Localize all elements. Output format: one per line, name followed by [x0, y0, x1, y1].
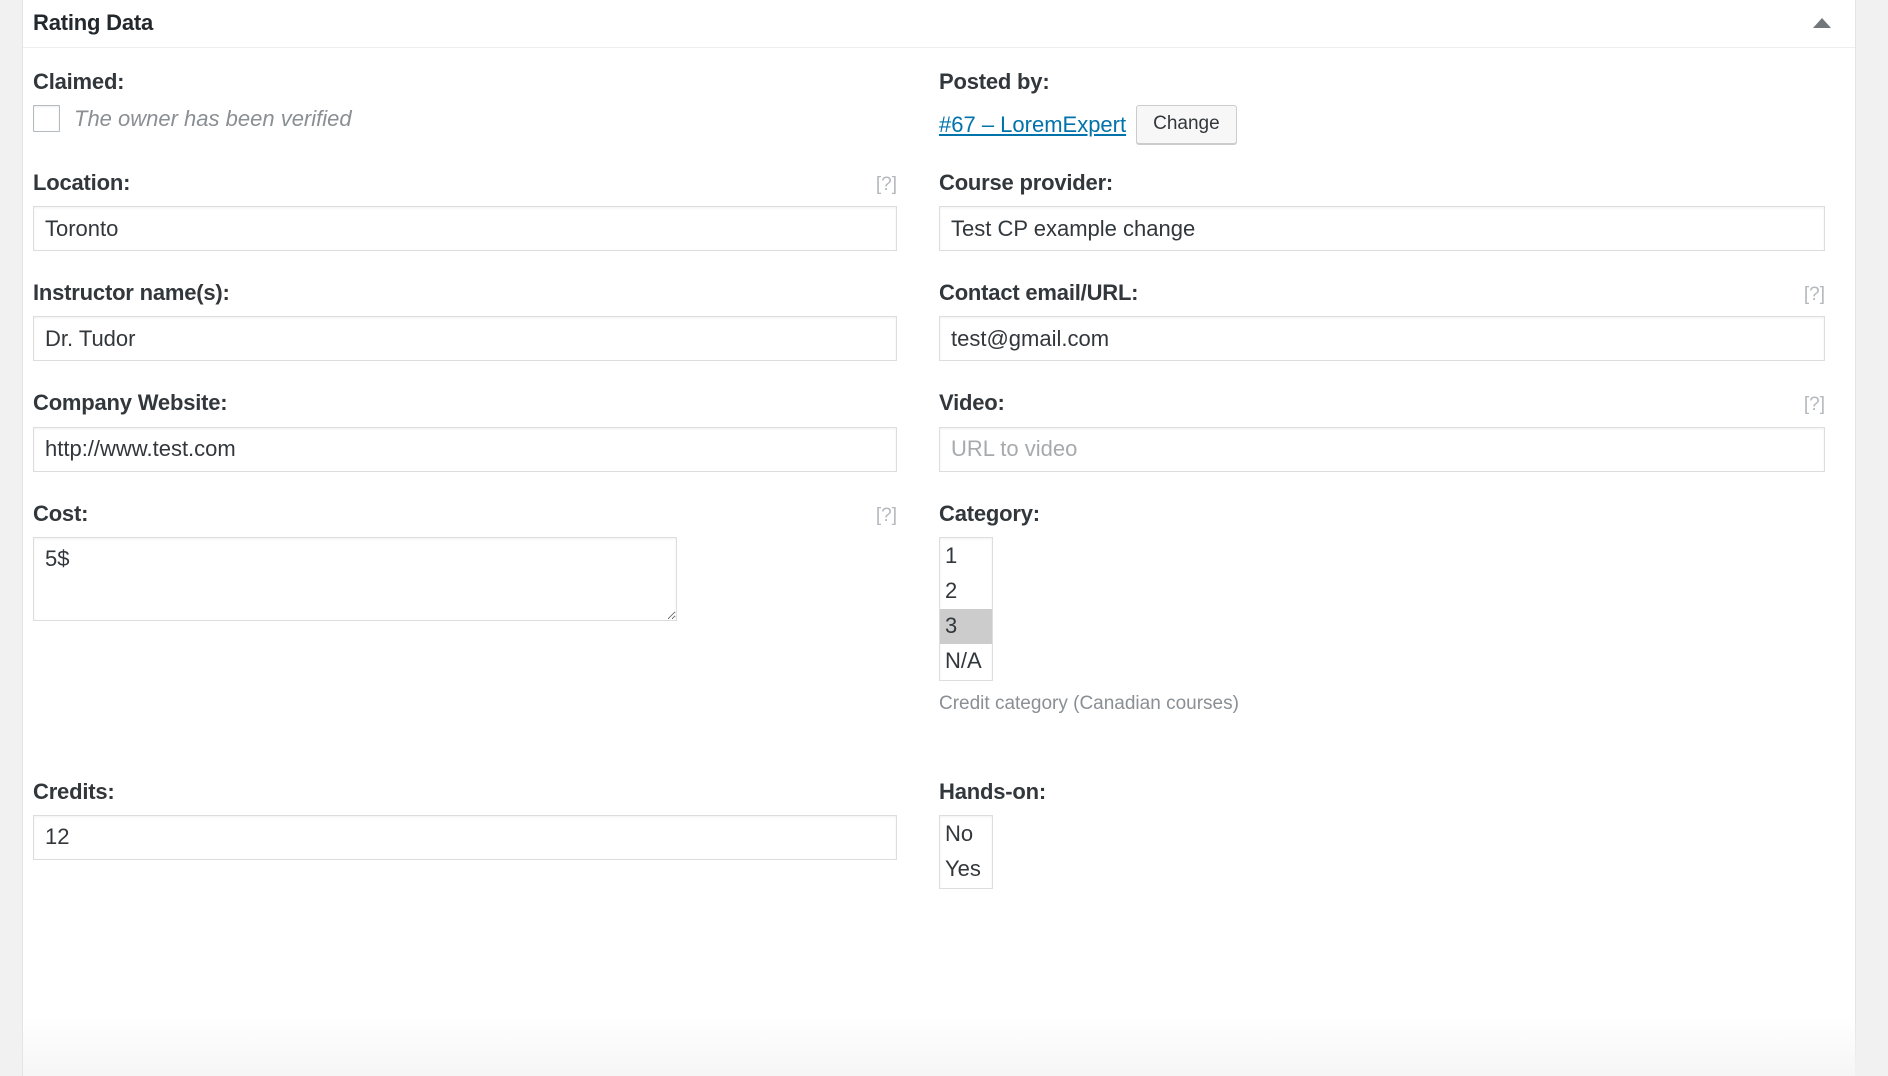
layout-spacer — [33, 716, 1845, 780]
field-contact: Contact email/URL: [?] — [939, 280, 1845, 362]
claimed-checkbox-line: The owner has been verified — [33, 105, 897, 133]
location-input[interactable] — [33, 206, 897, 252]
posted-by-label: Posted by: — [939, 69, 1050, 94]
field-category: Category: 1 2 3 N/A Credit category (Can… — [939, 500, 1845, 716]
location-label: Location: — [33, 169, 131, 195]
field-credits: Credits: — [33, 778, 939, 889]
category-option[interactable]: 2 — [940, 574, 992, 609]
claimed-checkbox-label[interactable]: The owner has been verified — [74, 107, 352, 130]
company-website-head: Company Website: — [33, 391, 897, 415]
course-provider-input[interactable] — [939, 206, 1825, 252]
claimed-checkbox[interactable] — [33, 105, 60, 133]
cost-head: Cost: [?] — [33, 500, 897, 526]
posted-by-line: #67 – LoremExpert Change — [939, 105, 1825, 144]
cost-textarea[interactable] — [33, 536, 677, 621]
field-posted-by: Posted by: #67 – LoremExpert Change — [939, 69, 1845, 144]
field-company-website: Company Website: — [33, 391, 939, 472]
course-provider-label: Course provider: — [939, 169, 1114, 195]
instructor-head: Instructor name(s): — [33, 280, 897, 306]
instructor-label: Instructor name(s): — [33, 280, 230, 306]
caret-shape — [1813, 18, 1831, 28]
caret-up-icon[interactable] — [1805, 6, 1839, 40]
category-helper-text: Credit category (Canadian courses) — [939, 692, 1239, 714]
page-title: Rating Data — [33, 10, 154, 35]
category-head: Category: — [939, 500, 1825, 526]
row-instructor-contact: Instructor name(s): Contact email/URL: [… — [33, 280, 1845, 362]
hands-on-option[interactable]: Yes — [940, 852, 992, 887]
location-head: Location: [?] — [33, 169, 897, 195]
video-head: Video: [?] — [939, 391, 1825, 415]
field-cost: Cost: [?] — [33, 500, 939, 716]
course-provider-head: Course provider: — [939, 169, 1825, 195]
field-claimed: Claimed: The owner has been verified — [33, 69, 939, 144]
category-label: Category: — [939, 500, 1040, 526]
row-cost-category: Cost: [?] Category: 1 2 3 N/A Cred — [33, 500, 1845, 716]
contact-head: Contact email/URL: [?] — [939, 280, 1825, 306]
category-option-selected[interactable]: 3 — [940, 608, 992, 644]
credits-head: Credits: — [33, 778, 897, 804]
field-location: Location: [?] — [33, 169, 939, 252]
posted-by-user-link[interactable]: #67 – LoremExpert — [939, 113, 1126, 136]
location-help-icon[interactable]: [?] — [876, 175, 897, 194]
contact-help-icon[interactable]: [?] — [1804, 285, 1825, 304]
rating-data-metabox: Rating Data Claimed: The owner has been … — [22, 0, 1856, 1076]
credits-label: Credits: — [33, 778, 115, 804]
row-location-provider: Location: [?] Course provider: — [33, 169, 1845, 252]
row-credits-handson: Credits: Hands-on: No Yes — [33, 778, 1845, 889]
video-help-icon[interactable]: [?] — [1804, 395, 1825, 414]
hands-on-head: Hands-on: — [939, 778, 1825, 804]
category-option[interactable]: N/A — [940, 644, 992, 679]
hands-on-option[interactable]: No — [940, 817, 992, 852]
video-input[interactable] — [939, 426, 1825, 472]
cost-help-icon[interactable]: [?] — [876, 506, 897, 525]
posted-by-head: Posted by: — [939, 69, 1825, 94]
row-website-video: Company Website: Video: [?] — [33, 391, 1845, 472]
hands-on-label: Hands-on: — [939, 778, 1046, 804]
company-website-label: Company Website: — [33, 390, 228, 416]
field-video: Video: [?] — [939, 391, 1845, 472]
field-instructor: Instructor name(s): — [33, 280, 939, 362]
claimed-head: Claimed: — [33, 69, 897, 94]
contact-label: Contact email/URL: — [939, 280, 1139, 306]
field-hands-on: Hands-on: No Yes — [939, 778, 1845, 889]
company-website-input[interactable] — [33, 426, 897, 472]
instructor-input[interactable] — [33, 316, 897, 362]
credits-input[interactable] — [33, 814, 897, 860]
change-poster-button[interactable]: Change — [1136, 105, 1237, 144]
hands-on-select[interactable]: No Yes — [939, 814, 993, 889]
field-course-provider: Course provider: — [939, 169, 1845, 252]
metabox-header: Rating Data — [23, 0, 1855, 48]
category-select[interactable]: 1 2 3 N/A — [939, 536, 993, 681]
category-option[interactable]: 1 — [940, 539, 992, 574]
contact-input[interactable] — [939, 316, 1825, 362]
claimed-label: Claimed: — [33, 69, 125, 94]
metabox-body: Claimed: The owner has been verified Pos… — [23, 48, 1855, 889]
video-label: Video: — [939, 390, 1005, 416]
cost-label: Cost: — [33, 500, 89, 526]
admin-page: Rating Data Claimed: The owner has been … — [0, 0, 1888, 1076]
row-claimed-postedby: Claimed: The owner has been verified Pos… — [33, 69, 1845, 144]
